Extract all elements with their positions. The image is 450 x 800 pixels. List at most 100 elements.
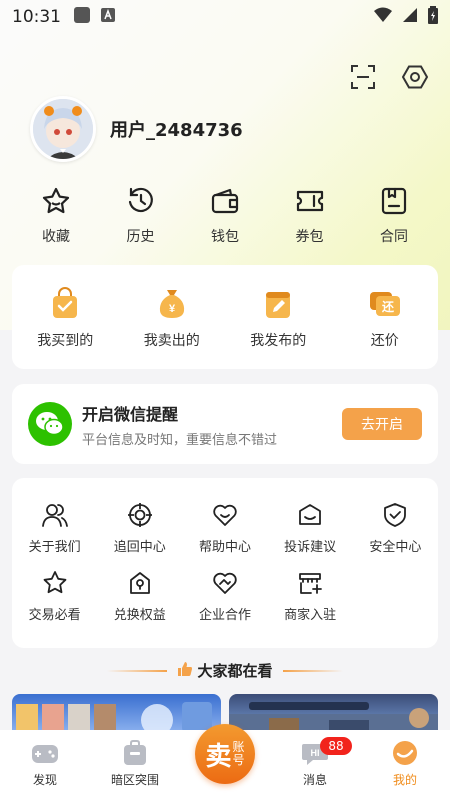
quick-link-coupons[interactable]: 券包 <box>270 186 350 246</box>
quick-link-label: 收藏 <box>42 229 70 245</box>
handshake-heart-icon <box>213 572 237 594</box>
wechat-enable-button[interactable]: 去开启 <box>342 408 422 440</box>
bottom-nav: 发现 暗区突围 HI 消息 88 我的 卖 账 号 <box>0 724 450 800</box>
service-label: 交易必看 <box>28 608 81 623</box>
order-bought[interactable]: 我买到的 <box>15 286 115 350</box>
service-business-cooperation[interactable]: 企业合作 <box>182 570 267 623</box>
nav-profile[interactable]: 我的 <box>360 739 450 788</box>
service-label: 投诉建议 <box>284 540 337 555</box>
listing-thumbnail[interactable] <box>12 694 221 734</box>
service-recovery-center[interactable]: 追回中心 <box>97 502 182 555</box>
published-edit-icon <box>266 292 291 318</box>
coupon-icon <box>296 190 323 212</box>
quick-link-label: 钱包 <box>211 229 239 245</box>
star-icon <box>42 187 70 214</box>
scan-icon[interactable] <box>350 64 376 94</box>
wechat-icon <box>28 402 72 446</box>
order-label: 我买到的 <box>37 333 94 349</box>
listing-thumbnail[interactable] <box>229 694 438 734</box>
contract-icon <box>381 187 407 215</box>
service-help-center[interactable]: 帮助中心 <box>182 502 267 555</box>
bought-bag-icon <box>53 287 78 318</box>
counter-offer-icon: 还 <box>369 292 400 316</box>
status-bar: 10:31 <box>0 0 450 34</box>
thumbs-up-icon <box>177 661 193 681</box>
shield-check-icon <box>384 503 407 527</box>
order-counter-offer[interactable]: 还 还价 <box>335 286 435 350</box>
divider <box>282 669 343 672</box>
svg-text:HI: HI <box>311 748 320 758</box>
sell-sub-label: 号 <box>232 753 245 767</box>
nav-label: 我的 <box>392 773 417 787</box>
quick-link-label: 券包 <box>295 229 324 245</box>
wechat-subtitle: 平台信息及时知，重要信息不错过 <box>82 432 278 448</box>
service-label: 帮助中心 <box>198 540 251 555</box>
keyboard-a-icon <box>101 7 115 27</box>
order-published[interactable]: 我发布的 <box>228 286 328 350</box>
service-trading-guide[interactable]: 交易必看 <box>12 570 97 623</box>
quick-link-contracts[interactable]: 合同 <box>354 186 434 246</box>
nav-label: 暗区突围 <box>110 773 159 787</box>
message-badge: 88 <box>320 737 352 755</box>
service-label: 关于我们 <box>28 540 81 555</box>
section-title: 大家都在看 <box>197 662 273 680</box>
service-about-us[interactable]: 关于我们 <box>12 502 97 555</box>
nav-label: 发现 <box>32 773 57 787</box>
service-label: 兑换权益 <box>113 608 166 623</box>
quick-links: 收藏 历史 钱包 券包 合同 <box>10 186 440 246</box>
quick-link-wallet[interactable]: 钱包 <box>185 186 265 246</box>
sell-label: 卖 <box>205 741 232 772</box>
username[interactable]: 用户_2484736 <box>110 116 243 142</box>
wifi-icon <box>374 7 392 28</box>
order-label: 还价 <box>370 333 399 349</box>
status-time: 10:31 <box>12 7 61 27</box>
quick-link-label: 合同 <box>380 229 408 245</box>
nav-discover[interactable]: 发现 <box>0 739 90 788</box>
svg-text:还: 还 <box>381 299 395 314</box>
service-security-center[interactable]: 安全中心 <box>353 502 438 555</box>
notification-square-icon <box>73 6 91 29</box>
svg-text:¥: ¥ <box>169 303 176 315</box>
service-label: 企业合作 <box>198 608 251 623</box>
mail-smile-icon <box>299 504 322 525</box>
nav-game[interactable]: 暗区突围 <box>90 739 180 788</box>
lock-exchange-icon <box>129 572 150 594</box>
avatar[interactable] <box>30 96 96 162</box>
services-card: 关于我们 追回中心 帮助中心 投诉建议 安全中心 交易必看 兑换权益 企业合作 … <box>12 478 438 648</box>
gamepad-icon <box>32 745 58 763</box>
wechat-reminder-card: 开启微信提醒 平台信息及时知，重要信息不错过 去开启 <box>12 384 438 464</box>
profile-orange-icon <box>393 741 417 765</box>
signal-icon <box>402 7 418 28</box>
order-label: 我卖出的 <box>143 333 200 349</box>
order-label: 我发布的 <box>250 333 307 349</box>
history-icon <box>128 187 153 213</box>
users-icon <box>41 504 68 527</box>
quick-link-label: 历史 <box>126 229 155 245</box>
target-icon <box>127 503 152 527</box>
service-label: 追回中心 <box>113 540 166 555</box>
nav-messages[interactable]: HI 消息 88 <box>270 737 360 788</box>
divider <box>107 669 168 672</box>
heart-icon <box>213 504 237 526</box>
quick-link-favorites[interactable]: 收藏 <box>16 186 96 246</box>
sold-money-bag-icon: ¥ <box>159 290 184 318</box>
battery-icon <box>428 5 438 29</box>
sell-account-button[interactable]: 卖 账 号 <box>195 724 255 784</box>
backpack-icon <box>124 740 146 765</box>
service-complaints[interactable]: 投诉建议 <box>268 502 353 555</box>
service-merchant-onboarding[interactable]: 商家入驻 <box>268 570 353 623</box>
settings-icon[interactable] <box>401 64 429 94</box>
star-outline-icon <box>43 571 66 594</box>
order-sold[interactable]: ¥ 我卖出的 <box>122 286 222 350</box>
section-header: 大家都在看 <box>0 660 450 681</box>
orders-card: 我买到的 ¥ 我卖出的 我发布的 还 还价 <box>12 265 438 369</box>
nav-label: 消息 <box>302 773 327 787</box>
service-label: 商家入驻 <box>284 608 337 623</box>
wechat-title: 开启微信提醒 <box>82 404 179 424</box>
wallet-icon <box>211 188 239 214</box>
profile-header[interactable]: 用户_2484736 <box>30 96 243 162</box>
service-label: 安全中心 <box>369 540 422 555</box>
service-redeem-benefits[interactable]: 兑换权益 <box>97 570 182 623</box>
quick-link-history[interactable]: 历史 <box>101 186 181 246</box>
store-add-icon <box>299 573 323 594</box>
